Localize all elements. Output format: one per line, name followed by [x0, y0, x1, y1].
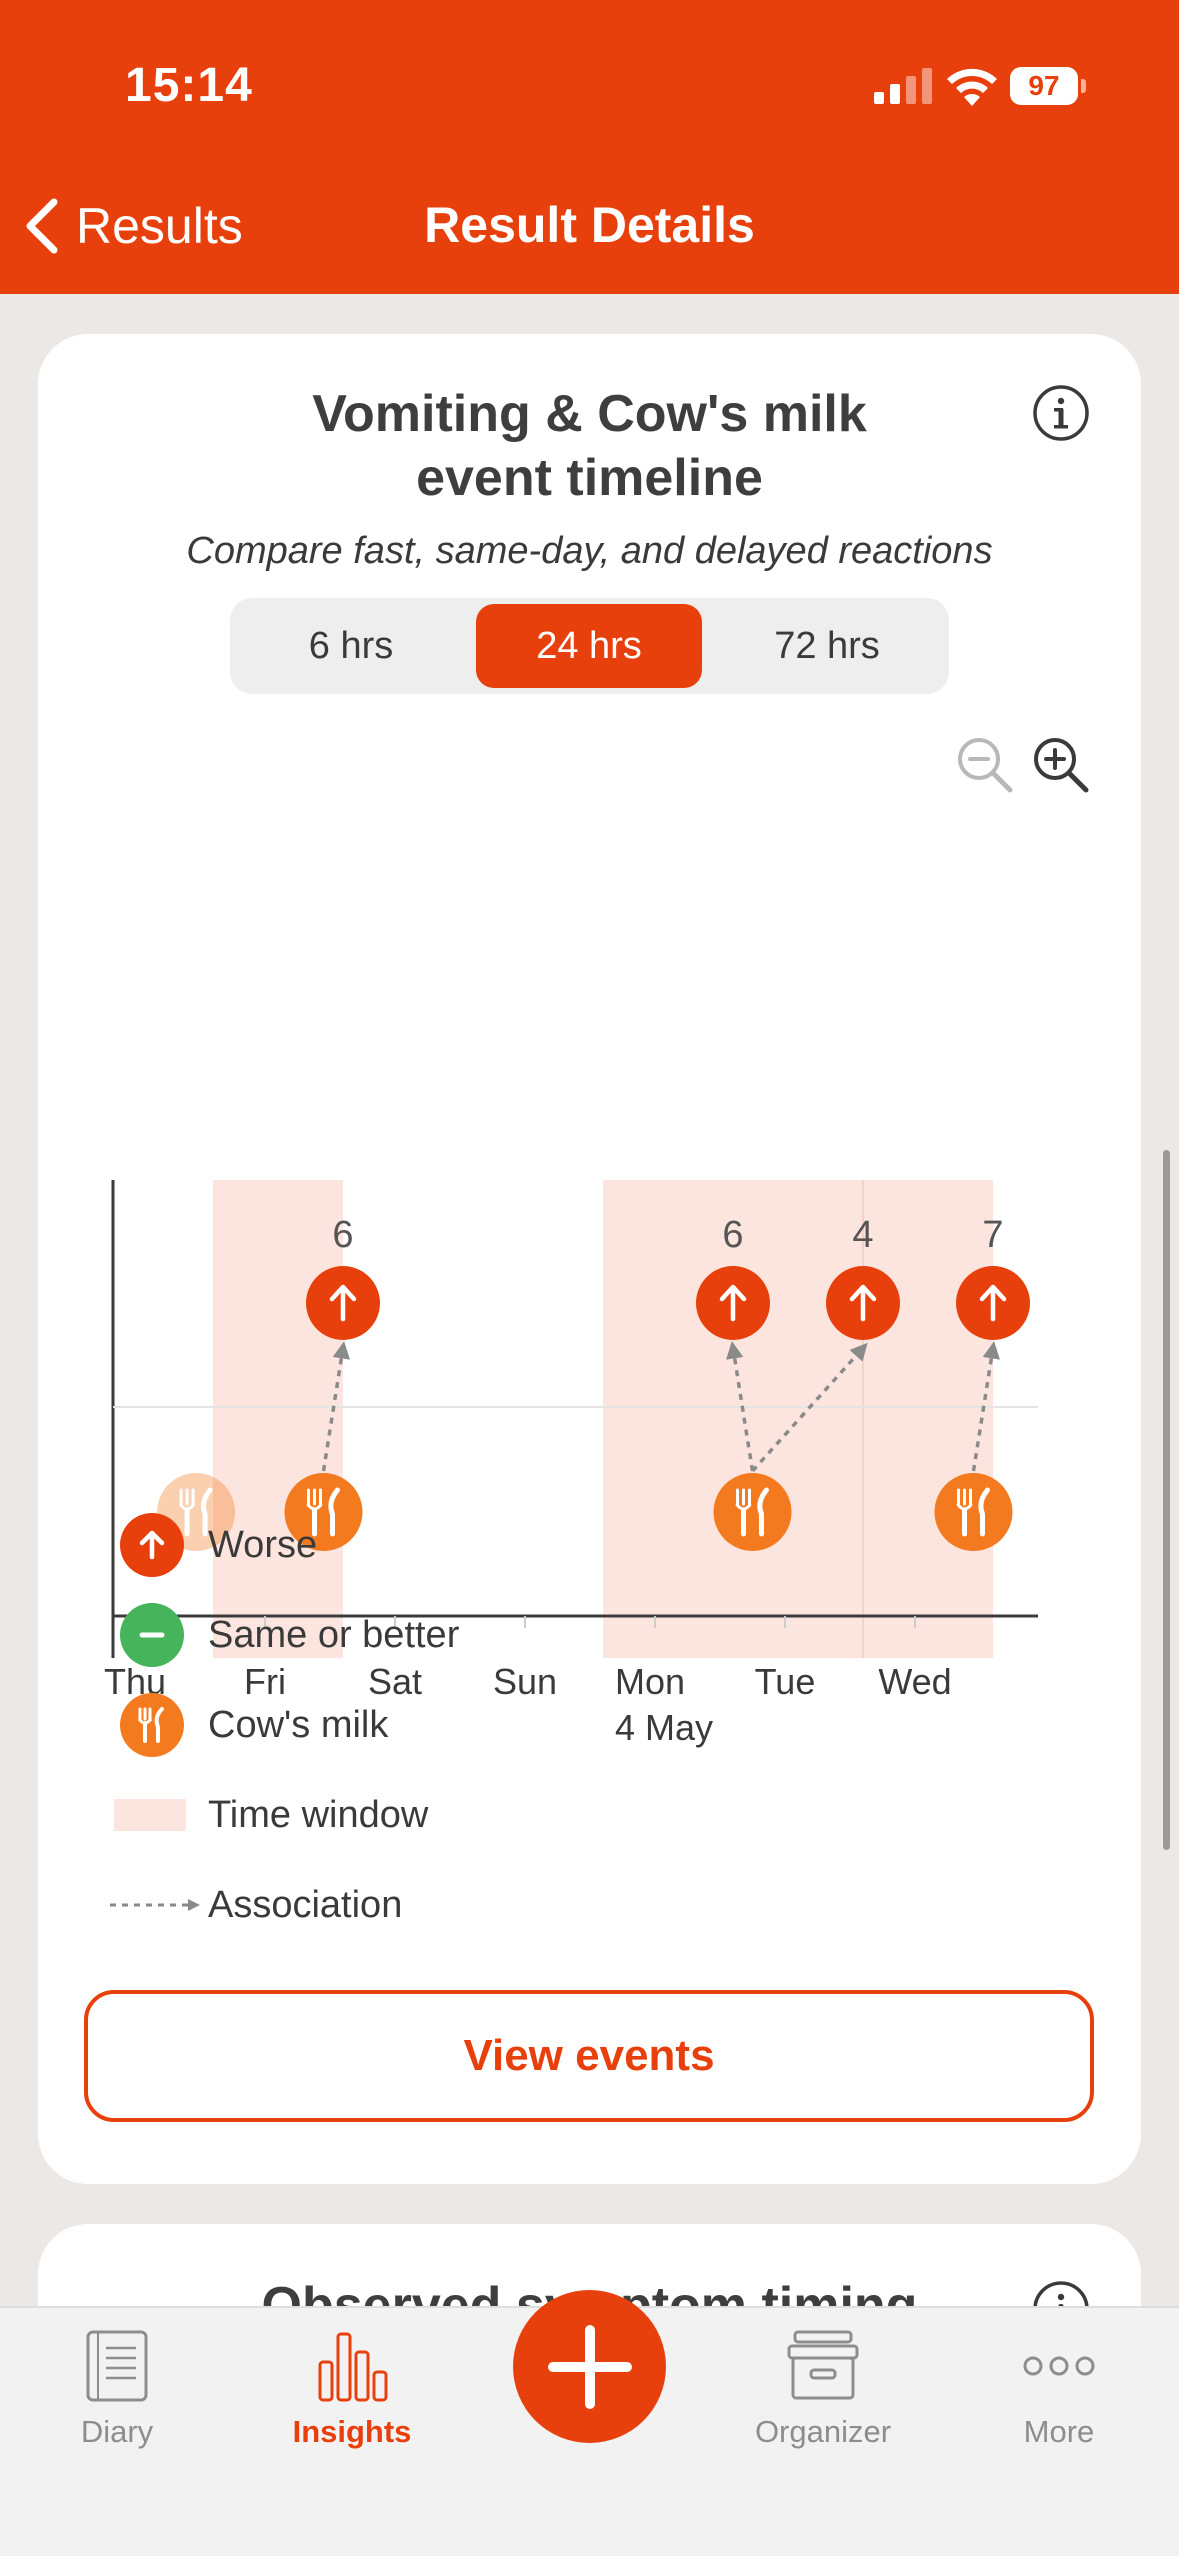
legend-worse-label: Worse [208, 1523, 318, 1566]
more-icon [1023, 2356, 1095, 2376]
card-subtitle: Compare fast, same-day, and delayed reac… [186, 530, 993, 572]
cutlery-icon [120, 1693, 184, 1757]
page-title: Result Details [424, 197, 755, 253]
scrollbar[interactable] [1163, 1150, 1170, 1850]
legend-same-label: Same or better [208, 1613, 460, 1656]
legend-same: Same or better [108, 1590, 908, 1680]
view-events-button[interactable]: View events [84, 1990, 1094, 2122]
tab-more[interactable]: More [959, 2328, 1159, 2478]
status-time: 15:14 [125, 59, 253, 112]
symptom-marker-0[interactable] [306, 1266, 380, 1340]
symptom-count-label-3: 7 [982, 1214, 1003, 1256]
tab-insights[interactable]: Insights [252, 2328, 452, 2478]
diary-icon [86, 2330, 148, 2402]
insights-icon [318, 2332, 388, 2402]
legend-exposure-label: Cow's milk [208, 1703, 389, 1746]
symptom-count-label-1: 6 [722, 1214, 743, 1256]
battery-level: 97 [1010, 67, 1078, 105]
card-title: Vomiting & Cow's milk event timeline [38, 382, 1141, 510]
legend-exposure: Cow's milk [108, 1680, 908, 1770]
cellular-signal-icon [874, 68, 932, 104]
tab-insights-label: Insights [292, 2414, 412, 2449]
tab-organizer-label: Organizer [754, 2414, 892, 2449]
organizer-icon [787, 2330, 859, 2400]
tab-organizer[interactable]: Organizer [723, 2328, 923, 2478]
time-range-selector: 6 hrs 24 hrs 72 hrs [230, 598, 949, 694]
symptom-count-label-2: 4 [852, 1214, 873, 1256]
time-window-swatch [114, 1799, 186, 1831]
wifi-icon [947, 68, 997, 106]
plus-icon [547, 2324, 632, 2409]
tab-more-label: More [1023, 2414, 1095, 2449]
symptom-marker-1[interactable] [696, 1266, 770, 1340]
symptom-count-label-0: 6 [332, 1214, 353, 1256]
arrow-up-icon [120, 1513, 184, 1577]
info-icon[interactable] [1032, 384, 1090, 442]
range-6-hrs[interactable]: 6 hrs [238, 604, 464, 688]
zoom-in-icon[interactable] [1030, 734, 1092, 796]
legend-window-label: Time window [208, 1793, 429, 1836]
card-title-line1: Vomiting & Cow's milk [312, 385, 867, 443]
legend-window: Time window [108, 1770, 908, 1860]
range-72-hrs[interactable]: 72 hrs [714, 604, 940, 688]
legend-worse: Worse [108, 1500, 908, 1590]
symptom-marker-3[interactable] [956, 1266, 1030, 1340]
battery-tip [1081, 79, 1086, 93]
battery-indicator: 97 [1010, 67, 1086, 105]
legend-association: Association [108, 1860, 908, 1950]
legend-association-label: Association [208, 1883, 403, 1926]
minus-icon [120, 1603, 184, 1667]
header: 15:14 97 Results Result Details [0, 0, 1179, 294]
dashed-arrow-icon [110, 1899, 200, 1911]
legend: Worse Same or better Cow's milk Time win… [108, 1500, 908, 1950]
card-title-line2: event timeline [416, 449, 763, 507]
symptom-marker-2[interactable] [826, 1266, 900, 1340]
exposure-marker-3[interactable] [934, 1473, 1013, 1551]
timeline-card: Vomiting & Cow's milk event timeline Com… [38, 334, 1141, 2184]
zoom-out-icon[interactable] [954, 734, 1016, 796]
add-entry-button[interactable] [513, 2290, 666, 2443]
range-24-hrs[interactable]: 24 hrs [476, 604, 702, 688]
tab-diary-label: Diary [80, 2414, 154, 2449]
tab-diary[interactable]: Diary [17, 2328, 217, 2478]
